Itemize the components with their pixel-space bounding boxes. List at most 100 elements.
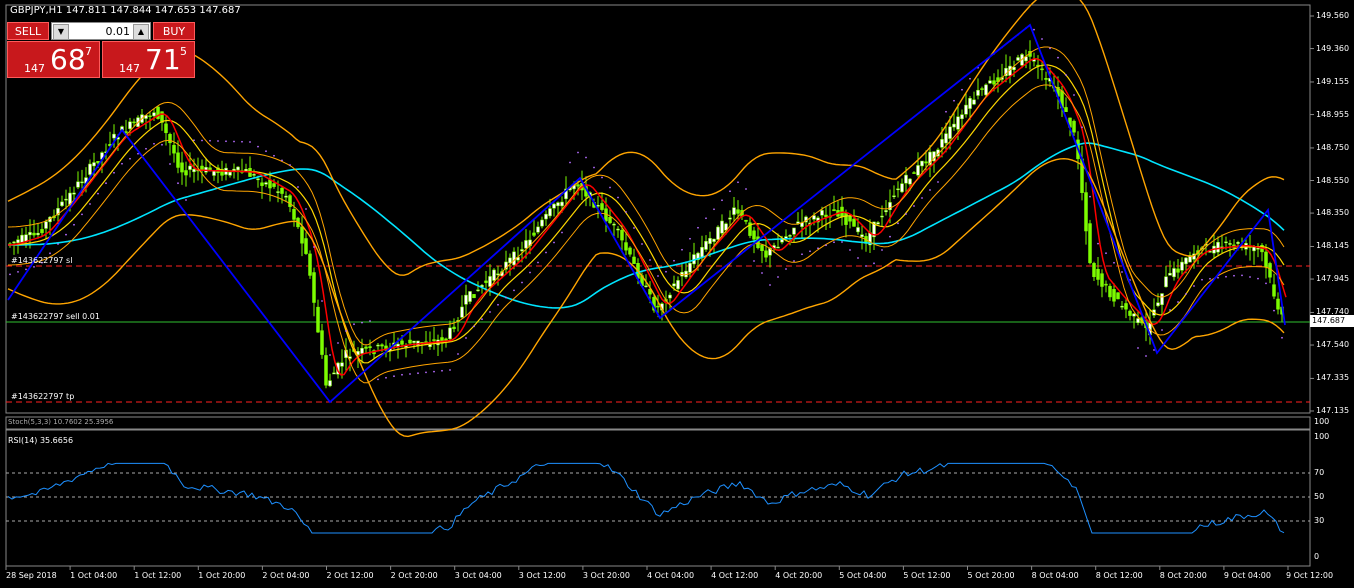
candle-body bbox=[548, 208, 552, 217]
candle-body bbox=[1160, 293, 1164, 305]
price-axis-label: 148.550 bbox=[1316, 175, 1350, 185]
candle-body bbox=[1256, 248, 1260, 250]
sar-dot bbox=[553, 241, 555, 244]
sar-dot bbox=[961, 88, 963, 91]
candle-body bbox=[228, 171, 232, 176]
sar-dot bbox=[473, 325, 475, 328]
candle-body bbox=[92, 162, 96, 167]
lot-size-input[interactable] bbox=[70, 24, 130, 38]
candle-body bbox=[1176, 268, 1180, 273]
sar-dot bbox=[649, 259, 651, 261]
candle-body bbox=[780, 239, 784, 243]
sar-dot bbox=[921, 197, 923, 199]
candle-body bbox=[488, 276, 492, 287]
candle-body bbox=[856, 227, 860, 233]
candle-body bbox=[492, 269, 496, 281]
sell-button[interactable]: SELL bbox=[7, 22, 49, 40]
sar-dot bbox=[505, 296, 507, 299]
sar-dot bbox=[345, 330, 347, 332]
candle-body bbox=[904, 174, 908, 184]
sar-dot bbox=[225, 140, 227, 143]
candle-body bbox=[896, 188, 900, 191]
sar-dot bbox=[49, 252, 51, 255]
sar-dot bbox=[329, 354, 331, 356]
sar-dot bbox=[289, 164, 291, 166]
candle-body bbox=[476, 289, 480, 292]
mid-moving-average-line bbox=[7, 64, 1285, 364]
candle-body bbox=[200, 165, 204, 170]
candle-body bbox=[408, 339, 412, 344]
candle-body bbox=[300, 226, 304, 244]
rsi-axis-label: 30 bbox=[1314, 516, 1325, 525]
sar-dot bbox=[865, 265, 867, 267]
rsi-panel-frame bbox=[5, 429, 1311, 567]
sar-dot bbox=[1097, 242, 1099, 245]
candle-body bbox=[728, 217, 732, 220]
candle-body bbox=[152, 112, 156, 117]
buy-button[interactable]: BUY bbox=[153, 22, 195, 40]
stop-loss-label: #143622797 sl bbox=[11, 256, 73, 265]
time-axis-label: 5 Oct 04:00 bbox=[839, 571, 887, 580]
sar-dot bbox=[497, 303, 499, 306]
sar-dot bbox=[793, 260, 795, 262]
sar-dot bbox=[545, 251, 547, 254]
sell-price-point: 7 bbox=[85, 45, 92, 58]
candle-body bbox=[312, 272, 316, 303]
candle-body bbox=[212, 170, 216, 176]
inner-upper-band-line bbox=[7, 46, 1285, 346]
candle-body bbox=[960, 114, 964, 120]
sar-dot bbox=[89, 203, 91, 205]
lot-increase-icon[interactable]: ▲ bbox=[133, 24, 149, 40]
candle-body bbox=[672, 283, 676, 287]
candle-body bbox=[556, 202, 560, 207]
sar-dot bbox=[785, 268, 787, 270]
sar-dot bbox=[193, 139, 195, 142]
candle-body bbox=[708, 238, 712, 244]
candle-body bbox=[368, 346, 372, 349]
time-axis-label: 1 Oct 12:00 bbox=[134, 571, 182, 580]
sar-dot bbox=[1209, 277, 1211, 280]
sar-dot bbox=[209, 139, 211, 142]
sar-dot bbox=[881, 249, 883, 251]
candle-body bbox=[1224, 241, 1228, 244]
lot-decrease-icon[interactable]: ▼ bbox=[53, 24, 69, 40]
candle-body bbox=[176, 152, 180, 168]
sar-dot bbox=[1033, 28, 1035, 31]
sar-dot bbox=[521, 281, 523, 284]
candle-body bbox=[1100, 273, 1104, 287]
chart-canvas[interactable] bbox=[0, 0, 1354, 588]
candle-body bbox=[1156, 302, 1160, 306]
candle-body bbox=[1044, 78, 1048, 80]
candle-body bbox=[976, 89, 980, 96]
candle-body bbox=[676, 280, 680, 290]
candle-body bbox=[884, 210, 888, 213]
candle-body bbox=[40, 229, 44, 234]
sar-dot bbox=[1121, 271, 1123, 273]
sar-dot bbox=[297, 186, 299, 188]
sar-dot bbox=[449, 369, 451, 371]
time-axis-label: 8 Oct 04:00 bbox=[1031, 571, 1079, 580]
candle-body bbox=[292, 209, 296, 220]
candle-body bbox=[316, 306, 320, 333]
candle-body bbox=[656, 305, 660, 308]
candle-body bbox=[76, 181, 80, 188]
fast-moving-average-line bbox=[7, 58, 1287, 376]
sar-dot bbox=[697, 226, 699, 229]
candle-body bbox=[612, 223, 616, 226]
sar-dot bbox=[361, 321, 363, 324]
candle-body bbox=[452, 326, 456, 330]
sell-price[interactable]: 147 68 7 bbox=[7, 41, 100, 78]
candle-body bbox=[1120, 305, 1124, 308]
candle-body bbox=[12, 241, 16, 244]
candle-body bbox=[1084, 192, 1088, 232]
sar-dot bbox=[145, 147, 147, 150]
candle-body bbox=[1164, 276, 1168, 288]
candle-body bbox=[472, 294, 476, 299]
candle-body bbox=[944, 133, 948, 144]
sar-dot bbox=[801, 253, 803, 256]
sar-dot bbox=[689, 237, 691, 240]
buy-price[interactable]: 147 71 5 bbox=[102, 41, 195, 78]
candle-body bbox=[1088, 223, 1092, 264]
sar-dot bbox=[9, 273, 11, 276]
candle-body bbox=[252, 174, 256, 176]
